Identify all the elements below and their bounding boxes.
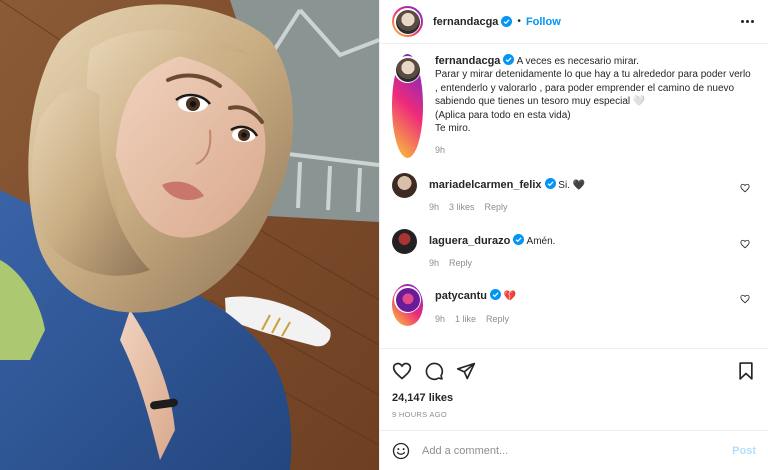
comment-item: mariadelcarmen_felix Si. 🖤 9h 3 likes Re… <box>392 172 756 215</box>
caption-username[interactable]: fernandacga <box>435 55 500 67</box>
header-user: fernandacga • Follow <box>433 16 561 28</box>
caption-avatar[interactable] <box>392 54 423 158</box>
comment-meta: 9h 1 like Reply <box>435 313 756 326</box>
comment-text: 💔 <box>503 291 517 303</box>
comment-text-line: laguera_durazo Amén. <box>429 229 756 248</box>
smiley-icon[interactable] <box>392 442 410 460</box>
heart-icon[interactable] <box>740 294 750 304</box>
caption-line: Parar y mirar detenidamente lo que hay a… <box>435 69 751 108</box>
post-header: fernandacga • Follow <box>380 0 768 44</box>
caption: fernandacga A veces es necesario mirar. … <box>392 54 756 158</box>
comment-item: patycantu 💔 9h 1 like Reply <box>392 284 756 327</box>
caption-body: fernandacga A veces es necesario mirar. … <box>435 54 756 158</box>
comment-body: laguera_durazo Amén. 9h Reply <box>429 229 756 271</box>
reply-button[interactable]: Reply <box>485 201 508 214</box>
comment-bubble-icon[interactable] <box>424 361 444 381</box>
reply-button[interactable]: Reply <box>486 313 509 326</box>
follow-button[interactable]: Follow <box>526 16 561 28</box>
comment-text-line: patycantu 💔 <box>435 284 756 303</box>
comment-likes[interactable]: 3 likes <box>449 201 475 214</box>
author-avatar[interactable] <box>392 6 423 37</box>
comment-text: Amén. <box>526 235 556 247</box>
post-photo[interactable] <box>0 0 379 470</box>
author-username[interactable]: fernandacga <box>433 16 498 28</box>
comment-text-line: mariadelcarmen_felix Si. 🖤 <box>429 173 756 192</box>
post-detail-panel: fernandacga • Follow fernandacga A veces… <box>379 0 768 470</box>
comment-meta: 9h 3 likes Reply <box>429 201 756 214</box>
comment-body: patycantu 💔 9h 1 like Reply <box>435 284 756 326</box>
comment-time: 9h <box>429 202 440 213</box>
commenter-username[interactable]: laguera_durazo <box>429 235 510 247</box>
comment-item: laguera_durazo Amén. 9h Reply <box>392 228 756 271</box>
action-bar <box>380 348 768 392</box>
caption-line: Te miro. <box>435 123 471 135</box>
caption-line: (Aplica para todo en esta vida) <box>435 109 571 121</box>
caption-time: 9h <box>435 145 446 156</box>
verified-badge-icon <box>503 54 515 65</box>
more-dots-icon[interactable] <box>739 16 756 27</box>
heart-icon[interactable] <box>740 239 750 249</box>
verified-badge-icon <box>501 16 513 27</box>
verified-badge-icon <box>489 289 501 301</box>
commenter-avatar[interactable] <box>392 172 417 215</box>
heart-icon[interactable] <box>392 361 412 381</box>
post-timestamp: 9 HOURS AGO <box>392 410 447 419</box>
caption-line: A veces es necesario mirar. <box>516 56 639 67</box>
comment-input[interactable] <box>422 444 733 457</box>
caption-text: fernandacga A veces es necesario mirar. … <box>435 54 756 135</box>
comment-likes[interactable]: 1 like <box>455 313 476 326</box>
comment-body: mariadelcarmen_felix Si. 🖤 9h 3 likes Re… <box>429 173 756 215</box>
commenter-username[interactable]: patycantu <box>435 290 487 302</box>
comment-time: 9h <box>435 313 446 324</box>
instagram-post-modal: fernandacga • Follow fernandacga A veces… <box>0 0 768 470</box>
bookmark-icon[interactable] <box>736 361 756 381</box>
comment-time: 9h <box>429 258 440 269</box>
verified-badge-icon <box>544 177 556 189</box>
separator-dot: • <box>517 16 521 27</box>
commenter-avatar[interactable] <box>392 228 417 271</box>
comment-composer: Post <box>380 430 768 470</box>
commenter-username[interactable]: mariadelcarmen_felix <box>429 179 542 191</box>
reply-button[interactable]: Reply <box>449 257 472 270</box>
likes-count[interactable]: 24,147 likes <box>380 392 768 408</box>
comment-meta: 9h Reply <box>429 257 756 270</box>
verified-badge-icon <box>513 233 525 245</box>
paper-plane-icon[interactable] <box>456 361 476 381</box>
post-button[interactable]: Post <box>732 445 756 457</box>
heart-icon[interactable] <box>740 183 750 193</box>
comments-list[interactable]: fernandacga A veces es necesario mirar. … <box>380 44 768 348</box>
comment-text: Si. 🖤 <box>558 179 586 191</box>
post-photo-art <box>0 0 379 470</box>
commenter-avatar[interactable] <box>392 284 423 327</box>
caption-meta: 9h <box>435 144 756 157</box>
